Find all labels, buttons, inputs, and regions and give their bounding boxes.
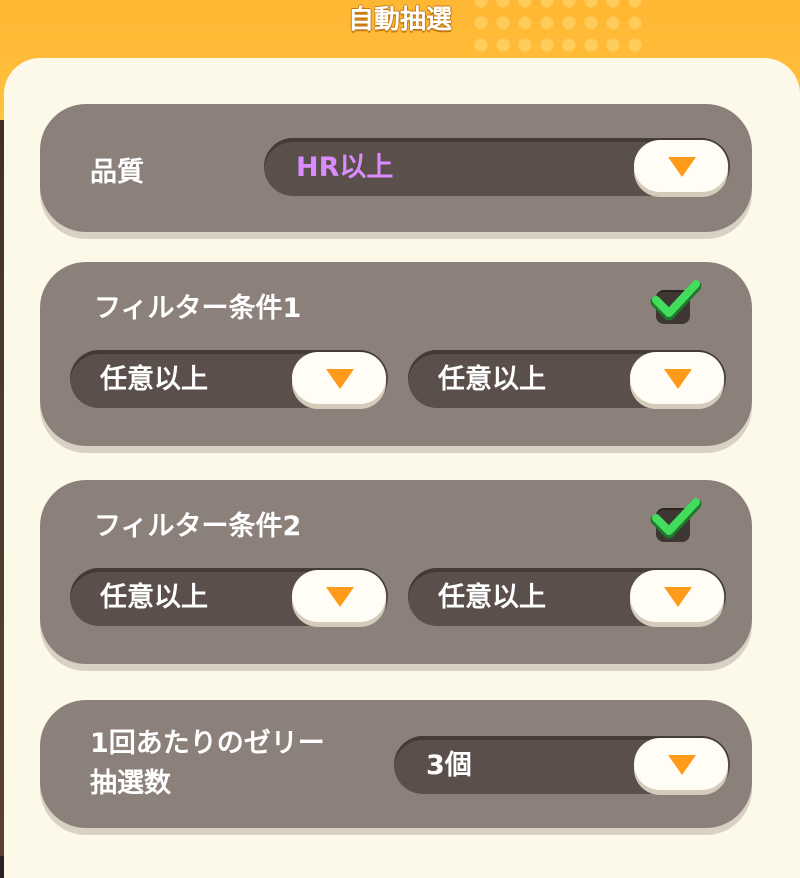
filter1-label: フィルター条件1 bbox=[94, 293, 302, 324]
filter2-dropdown-a[interactable]: 任意以上 bbox=[70, 568, 388, 626]
chevron-down-icon bbox=[326, 587, 354, 607]
jelly-count-dropdown-button[interactable] bbox=[634, 738, 728, 790]
chevron-down-icon bbox=[664, 369, 692, 389]
jelly-count-dropdown[interactable]: 3個 bbox=[394, 736, 730, 794]
filter1-dropdown-a[interactable]: 任意以上 bbox=[70, 350, 388, 408]
quality-dropdown[interactable]: HR以上 bbox=[264, 138, 730, 196]
filter1-dropdown-b-value: 任意以上 bbox=[438, 364, 546, 395]
filter2-dropdown-a-button[interactable] bbox=[292, 570, 386, 622]
quality-value: HR以上 bbox=[296, 152, 394, 183]
jelly-count-value: 3個 bbox=[426, 750, 472, 781]
filter2-dropdown-a-value: 任意以上 bbox=[100, 582, 208, 613]
filter1-card: フィルター条件1 任意以上 任意以上 bbox=[40, 262, 752, 446]
jelly-count-card: 1回あたりのゼリー 抽選数 3個 bbox=[40, 700, 752, 828]
quality-dropdown-button[interactable] bbox=[634, 140, 728, 192]
jelly-count-label: 1回あたりのゼリー 抽選数 bbox=[90, 724, 325, 804]
filter2-dropdown-b-button[interactable] bbox=[630, 570, 724, 622]
quality-label: 品質 bbox=[90, 157, 144, 188]
filter2-dropdown-b[interactable]: 任意以上 bbox=[408, 568, 726, 626]
chevron-down-icon bbox=[668, 157, 696, 177]
filter1-dropdown-a-value: 任意以上 bbox=[100, 364, 208, 395]
filter1-checkbox[interactable] bbox=[650, 280, 702, 324]
chevron-down-icon bbox=[326, 369, 354, 389]
checkmark-icon bbox=[650, 280, 702, 321]
filter2-card: フィルター条件2 任意以上 任意以上 bbox=[40, 480, 752, 664]
quality-card: 品質 HR以上 bbox=[40, 104, 752, 232]
jelly-count-label-line1: 1回あたりのゼリー bbox=[90, 728, 325, 759]
checkmark-icon bbox=[650, 498, 702, 539]
chevron-down-icon bbox=[668, 755, 696, 775]
jelly-count-label-line2: 抽選数 bbox=[90, 768, 171, 799]
chevron-down-icon bbox=[664, 587, 692, 607]
dialog-title: 自動抽選 bbox=[347, 5, 452, 35]
filter1-dropdown-b[interactable]: 任意以上 bbox=[408, 350, 726, 408]
filter1-dropdown-a-button[interactable] bbox=[292, 352, 386, 404]
filter2-dropdown-b-value: 任意以上 bbox=[438, 582, 546, 613]
filter2-label: フィルター条件2 bbox=[94, 511, 302, 542]
filter2-checkbox[interactable] bbox=[650, 498, 702, 542]
filter1-dropdown-b-button[interactable] bbox=[630, 352, 724, 404]
